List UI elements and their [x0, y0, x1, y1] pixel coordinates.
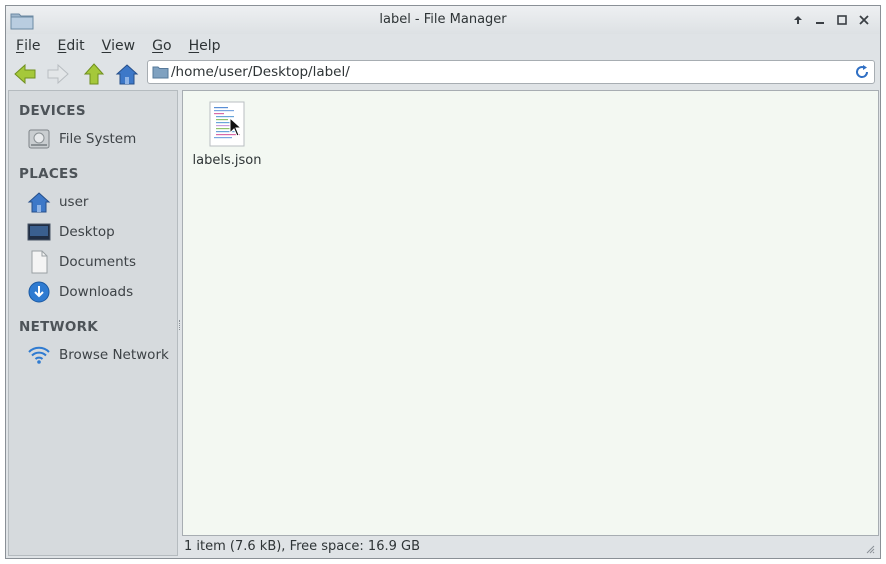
- menu-go[interactable]: Go: [142, 38, 178, 54]
- shade-up-button[interactable]: [789, 12, 806, 28]
- sidebar-item-user[interactable]: user: [27, 190, 175, 214]
- file-item[interactable]: labels.json: [189, 99, 265, 171]
- sidebar-item-label: Documents: [59, 254, 136, 270]
- arrow-up-icon: [793, 16, 802, 24]
- close-button[interactable]: [855, 12, 872, 28]
- minimize-button[interactable]: [811, 12, 828, 28]
- sidebar-item-label: File System: [59, 131, 137, 147]
- up-icon: [83, 63, 105, 85]
- menu-bar: File Edit View Go Help: [6, 34, 880, 58]
- refresh-icon[interactable]: [854, 64, 870, 80]
- menu-help[interactable]: Help: [179, 38, 228, 54]
- home-icon: [27, 190, 51, 214]
- maximize-button[interactable]: [833, 12, 850, 28]
- sidebar-item-browse-network[interactable]: Browse Network: [27, 343, 175, 367]
- home-icon: [115, 64, 139, 85]
- sidebar-item-label: user: [59, 194, 89, 210]
- title-bar[interactable]: label - File Manager: [6, 6, 880, 34]
- up-button[interactable]: [80, 61, 108, 87]
- maximize-icon: [836, 15, 847, 25]
- window-title: label - File Manager: [379, 12, 507, 27]
- sidebar-item-label: Desktop: [59, 224, 115, 240]
- forward-button[interactable]: [44, 61, 72, 87]
- wifi-icon: [27, 343, 51, 367]
- status-bar: 1 item (7.6 kB), Free space: 16.9 GB: [182, 536, 879, 558]
- download-icon: [27, 280, 51, 304]
- close-icon: [858, 15, 869, 25]
- desktop-icon: [27, 220, 51, 244]
- mouse-cursor-icon: [229, 117, 243, 137]
- home-button[interactable]: [113, 61, 141, 87]
- forward-icon: [47, 63, 69, 85]
- file-view[interactable]: labels.json: [182, 90, 879, 536]
- places-header: PLACES: [19, 166, 79, 182]
- sidebar-item-desktop[interactable]: Desktop: [27, 220, 175, 244]
- folder-icon: [152, 66, 169, 79]
- address-bar[interactable]: /home/user/Desktop/label/: [147, 60, 875, 84]
- window-controls: [789, 12, 872, 28]
- address-path: /home/user/Desktop/label/: [171, 64, 350, 80]
- devices-header: DEVICES: [19, 103, 86, 119]
- menu-file[interactable]: File: [6, 38, 47, 54]
- sidebar-item-label: Browse Network: [59, 347, 169, 363]
- sidebar-item-downloads[interactable]: Downloads: [27, 280, 175, 304]
- file-name: labels.json: [192, 153, 262, 168]
- drive-icon: [27, 127, 51, 151]
- sidebar-item-file-system[interactable]: File System: [27, 127, 175, 151]
- network-header: NETWORK: [19, 319, 99, 335]
- status-text: 1 item (7.6 kB), Free space: 16.9 GB: [184, 539, 421, 554]
- document-icon: [27, 250, 51, 274]
- sidebar-item-documents[interactable]: Documents: [27, 250, 175, 274]
- resize-grip-icon[interactable]: [865, 544, 875, 554]
- back-button[interactable]: [11, 61, 39, 87]
- menu-edit[interactable]: Edit: [47, 38, 91, 54]
- minimize-icon: [815, 22, 824, 24]
- sidebar-item-label: Downloads: [59, 284, 134, 300]
- file-manager-window: label - File Manager File Edit View Go H…: [5, 5, 881, 559]
- sidebar: DEVICES File System PLACES user Desktop …: [8, 90, 178, 556]
- back-icon: [14, 63, 36, 85]
- menu-view[interactable]: View: [92, 38, 143, 54]
- toolbar: /home/user/Desktop/label/: [6, 58, 880, 90]
